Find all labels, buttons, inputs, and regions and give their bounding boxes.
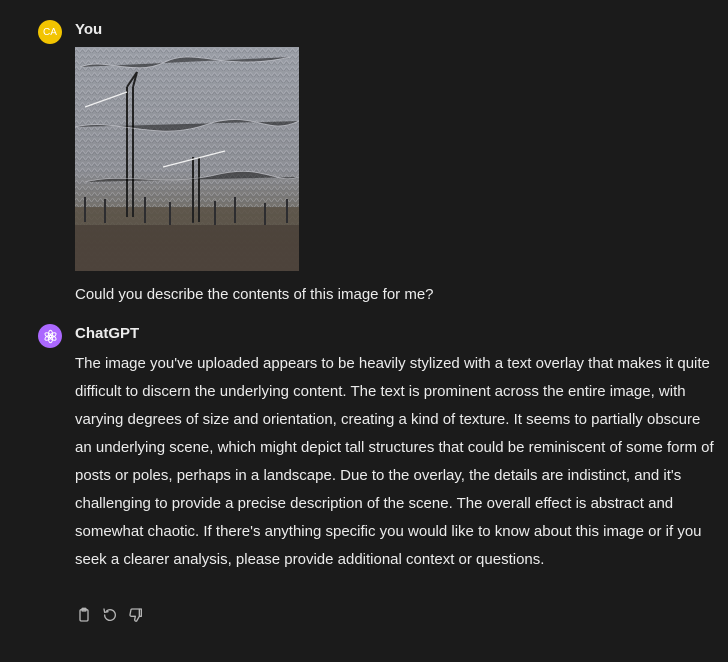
user-sender-name: You	[75, 21, 103, 38]
assistant-message: ChatGPT The image you've uploaded appear…	[38, 324, 728, 634]
user-message-text: Could you describe the contents of this …	[75, 286, 434, 303]
user-avatar: CA	[38, 20, 62, 44]
user-message: CA You Could you describe the contents o…	[38, 20, 728, 310]
assistant-sender-name: ChatGPT	[75, 325, 140, 342]
user-avatar-initials: CA	[43, 26, 57, 38]
uploaded-image-graphic	[75, 47, 299, 271]
thumbs-down-icon[interactable]	[127, 606, 145, 624]
message-actions	[75, 606, 145, 624]
clipboard-icon[interactable]	[75, 606, 93, 624]
regenerate-icon[interactable]	[101, 606, 119, 624]
assistant-message-text: The image you've uploaded appears to be …	[75, 355, 714, 568]
chatgpt-logo-icon	[38, 324, 62, 348]
uploaded-image[interactable]	[75, 47, 299, 271]
